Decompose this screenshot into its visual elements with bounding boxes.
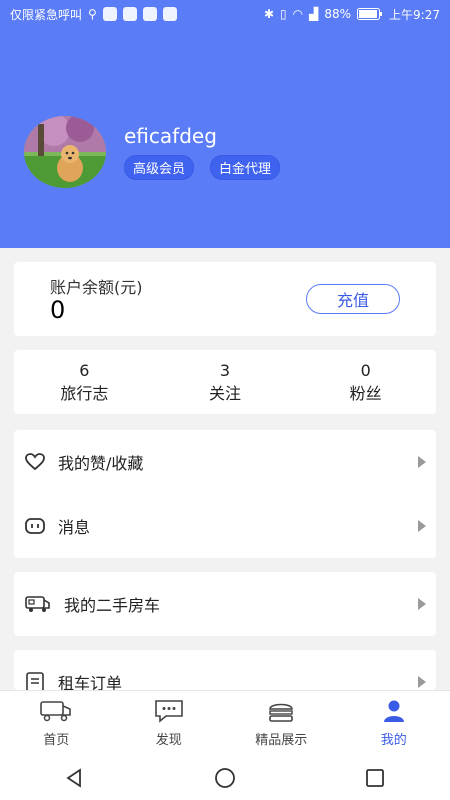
stat-number: 6: [79, 360, 90, 380]
stat-label: 粉丝: [349, 383, 382, 403]
chevron-right-icon: [418, 456, 426, 468]
stat-label: 关注: [209, 383, 242, 403]
tab-discover[interactable]: 发现: [113, 691, 226, 756]
signal-icon: ▟: [309, 7, 319, 21]
tab-showcase[interactable]: 精品展示: [225, 691, 338, 756]
menu-label: 我的二手房车: [64, 596, 161, 615]
tab-label: 精品展示: [255, 733, 308, 748]
menu-label: 我的赞/收藏: [58, 454, 144, 473]
burger-icon: [264, 699, 298, 723]
profile-header: 仅限紧急呼叫 ⚲ ✱ ▯ ◠ ▟ 88% 上午9:27 eficafdeg 高级…: [0, 0, 450, 248]
bottom-tab-bar: 首页 发现 精品展示 我的: [0, 690, 450, 756]
chat-icon: [152, 699, 186, 723]
message-icon: [24, 515, 46, 537]
bluetooth-icon: ✱: [263, 7, 275, 21]
heart-icon: [24, 451, 46, 473]
carrier-text: 仅限紧急呼叫: [10, 7, 83, 22]
wifi-icon: ◠: [292, 7, 304, 21]
menu-item-used-rv[interactable]: 我的二手房车: [14, 572, 436, 636]
clock: 上午9:27: [389, 7, 440, 22]
menu-item-rental-orders[interactable]: 租车订单: [14, 650, 436, 690]
menu-card: 我的赞/收藏 消息: [14, 430, 436, 558]
stat-followers[interactable]: 0 粉丝: [295, 350, 436, 414]
recents-icon[interactable]: [363, 766, 387, 790]
back-icon[interactable]: [63, 766, 87, 790]
stats-card: 6 旅行志 3 关注 0 粉丝: [14, 350, 436, 414]
vibrate-icon: ▯: [280, 7, 287, 21]
stat-number: 3: [219, 360, 231, 380]
chevron-right-icon: [418, 676, 426, 688]
avatar[interactable]: [24, 116, 106, 188]
menu-label: 租车订单: [58, 674, 123, 690]
menu-label: 消息: [58, 518, 91, 537]
menu-item-messages[interactable]: 消息: [14, 494, 436, 558]
balance-label: 账户余额(元): [50, 278, 143, 297]
tab-label: 发现: [155, 733, 182, 748]
balance-value: 0: [50, 296, 66, 324]
app-notification-icon: [142, 7, 157, 21]
rv-icon: [39, 699, 73, 723]
app-notification-icon: [122, 7, 137, 21]
chevron-right-icon: [418, 520, 426, 532]
agent-level-badge: 白金代理: [210, 155, 281, 180]
menu-card: 我的二手房车: [14, 572, 436, 636]
member-badges: 高级会员 白金代理: [124, 155, 281, 180]
stat-label: 旅行志: [60, 383, 109, 403]
tab-label: 我的: [380, 733, 407, 748]
username: eficafdeg: [124, 124, 217, 148]
status-bar: 仅限紧急呼叫 ⚲ ✱ ▯ ◠ ▟ 88% 上午9:27: [0, 0, 450, 28]
stat-following[interactable]: 3 关注: [155, 350, 296, 414]
tab-mine[interactable]: 我的: [338, 691, 450, 756]
battery-icon: [357, 8, 383, 20]
app-notification-icon: [162, 7, 177, 21]
tab-home[interactable]: 首页: [0, 691, 113, 756]
document-icon: [24, 671, 46, 690]
usb-icon: ⚲: [88, 7, 97, 21]
recharge-button[interactable]: 充值: [306, 284, 400, 314]
battery-percent: 88%: [324, 7, 352, 21]
menu-item-likes[interactable]: 我的赞/收藏: [14, 430, 436, 494]
balance-card: 账户余额(元) 0 充值: [14, 262, 436, 336]
user-icon: [377, 699, 411, 723]
chevron-right-icon: [418, 598, 426, 610]
stat-number: 0: [360, 360, 371, 380]
system-navigation-bar: [0, 756, 450, 800]
stat-travelogue[interactable]: 6 旅行志: [14, 350, 155, 414]
home-icon[interactable]: [213, 766, 237, 790]
menu-card: 租车订单: [14, 650, 436, 690]
member-level-badge: 高级会员: [124, 155, 195, 180]
rv-icon: [24, 593, 52, 615]
app-notification-icon: [102, 7, 117, 21]
tab-label: 首页: [43, 733, 70, 748]
